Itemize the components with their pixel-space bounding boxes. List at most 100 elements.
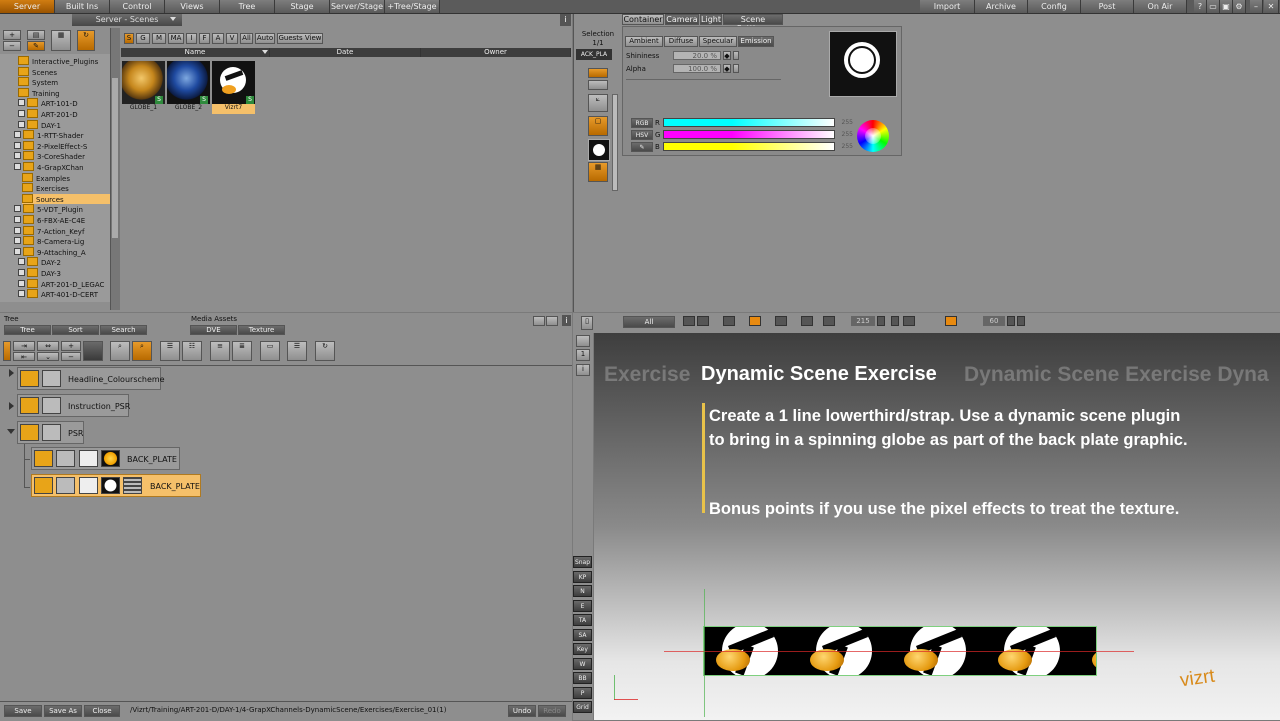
expand-toggle-icon[interactable] [14,163,21,170]
chevron-down-icon[interactable] [170,17,176,21]
side-button-key[interactable]: Key [573,643,592,655]
stop-icon[interactable] [749,316,761,326]
reset-icon[interactable] [733,64,739,73]
filter-button[interactable]: G [136,33,150,44]
filter-button[interactable]: MA [168,33,184,44]
side-button-n[interactable]: N [573,585,592,597]
alpha-stepper[interactable]: ◆ [723,64,731,73]
menu-built-ins[interactable]: Built Ins [55,0,110,13]
scrollbar-thumb[interactable] [112,78,118,238]
add-icon[interactable]: + [61,341,81,351]
column-name[interactable]: Name [121,48,270,57]
stack-icon[interactable]: ☰ [287,341,307,361]
help-icon[interactable]: ? [1194,0,1207,13]
filter-button[interactable]: F [199,33,210,44]
folder-tree-item[interactable]: System [18,77,58,87]
column-owner[interactable]: Owner [421,48,571,57]
expand-toggle-icon[interactable] [14,152,21,160]
zoom-out-icon[interactable]: ⌕ [132,341,152,361]
container-icon[interactable]: ⇔ [37,341,59,351]
tab-dve[interactable]: DVE [190,325,237,335]
expand-toggle-icon[interactable] [14,141,21,149]
folder-tree-item[interactable]: DAY-3 [18,268,61,278]
transform-icon[interactable] [588,80,608,90]
expand-toggle-icon[interactable] [18,99,25,107]
expand-toggle-icon[interactable] [18,110,25,117]
expand-toggle-icon[interactable] [14,237,21,245]
add-icon[interactable]: + [3,30,21,40]
render-preview[interactable]: Exercise Dynamic Scene Exercise Dyna Dyn… [594,333,1280,720]
loop-icon[interactable] [823,316,835,326]
color-mode-button[interactable]: HSV [631,130,653,140]
menu-server-stage[interactable]: Server/Stage [330,0,385,13]
list-expand-icon[interactable]: ☷ [182,341,202,361]
grid-icon[interactable]: ▦ [51,30,71,51]
tab-camera[interactable]: Camera [665,14,699,25]
key-icon[interactable] [903,316,915,326]
folder-tree-item[interactable]: 9-Attaching_A [14,246,86,257]
side-button-kp[interactable]: KP [573,570,592,583]
expand-toggle-icon[interactable] [18,290,25,298]
tree-node[interactable]: PSR [17,421,84,444]
align-icon[interactable]: ≡ [210,341,230,361]
color-wheel-icon[interactable] [857,120,889,152]
refresh-icon[interactable]: ↻ [315,341,335,361]
menu-tree[interactable]: Tree [220,0,275,13]
menu-stage[interactable]: Stage [275,0,330,13]
folder-tree-item[interactable]: Sources [22,193,110,204]
side-button-snap[interactable]: Snap [573,556,592,568]
folder-tree-item[interactable]: Examples [22,172,70,183]
channel-slider[interactable] [663,142,835,151]
selection-node[interactable]: ACK_PLA [576,49,612,60]
expand-toggle-icon[interactable] [18,120,25,128]
refresh-icon[interactable]: ↻ [77,30,95,51]
menu-on-air[interactable]: On Air [1134,0,1187,13]
tab-ambient[interactable]: Ambient [625,36,663,47]
undo-button[interactable]: Undo [508,705,536,717]
folder-tree-item[interactable]: ART-401-D-CERT [18,289,98,299]
save-as-button[interactable]: Save As [44,705,82,717]
folder-tree-item[interactable]: 3-CoreShader [14,151,85,161]
trash-icon[interactable]: ▯ [581,316,593,330]
menu-post[interactable]: Post [1081,0,1134,13]
expand-toggle-icon[interactable] [14,205,21,213]
container-icon[interactable] [588,68,608,78]
info-icon[interactable]: i [576,364,590,376]
menu-archive[interactable]: Archive [975,0,1028,13]
side-button-grid[interactable]: Grid [573,701,592,713]
reset-icon[interactable] [733,51,739,60]
filter-button[interactable]: Guests View [277,33,323,44]
eyedropper-icon[interactable]: ✎ [631,142,653,152]
sort-icon[interactable] [262,50,268,54]
shininess-stepper[interactable]: ◆ [723,51,731,60]
folder-tree-item[interactable]: 5-VDT_Plugin [14,204,83,214]
folder-tree-item[interactable]: DAY-1 [18,119,61,130]
first-frame-icon[interactable] [683,316,695,326]
menu-tree-stage[interactable]: +Tree/Stage [385,0,440,13]
folder-tree-item[interactable]: 2-PixelEffect-S [14,140,87,151]
folder-tree-item[interactable]: Training [18,87,60,98]
frame-field[interactable]: 215 [851,316,875,326]
folder-icon[interactable]: ▭ [1207,0,1220,13]
new-folder-icon[interactable]: ▤ [27,30,45,40]
menu-control[interactable]: Control [110,0,165,13]
split-icon[interactable]: ⇤ [13,352,35,361]
grid-icon[interactable] [546,316,558,326]
tree-scrollbar[interactable] [110,28,120,310]
remove-icon[interactable]: − [61,352,81,361]
folder-tree-item[interactable]: 4-GrapXChan [14,162,84,172]
color-mode-button[interactable]: RGB [631,118,653,128]
thumb-globe-1[interactable]: GLOBE_1 [122,61,165,112]
all-dropdown[interactable]: All [623,316,675,328]
alpha-field[interactable]: 100.0 % [673,64,721,73]
tree-node[interactable]: BACK_PLATE [31,447,180,470]
list-icon[interactable]: ☰ [160,341,180,361]
next-key-icon[interactable] [775,316,787,326]
expand-arrow-icon[interactable] [9,402,14,410]
filter-button[interactable]: A [212,33,224,44]
tab-scene-settings[interactable]: Scene Settings [723,14,783,33]
side-button-p[interactable]: P [573,686,592,699]
filter-button[interactable]: All [240,33,253,44]
layer-1-button[interactable]: 1 [576,349,590,361]
lock-icon[interactable] [576,335,590,347]
